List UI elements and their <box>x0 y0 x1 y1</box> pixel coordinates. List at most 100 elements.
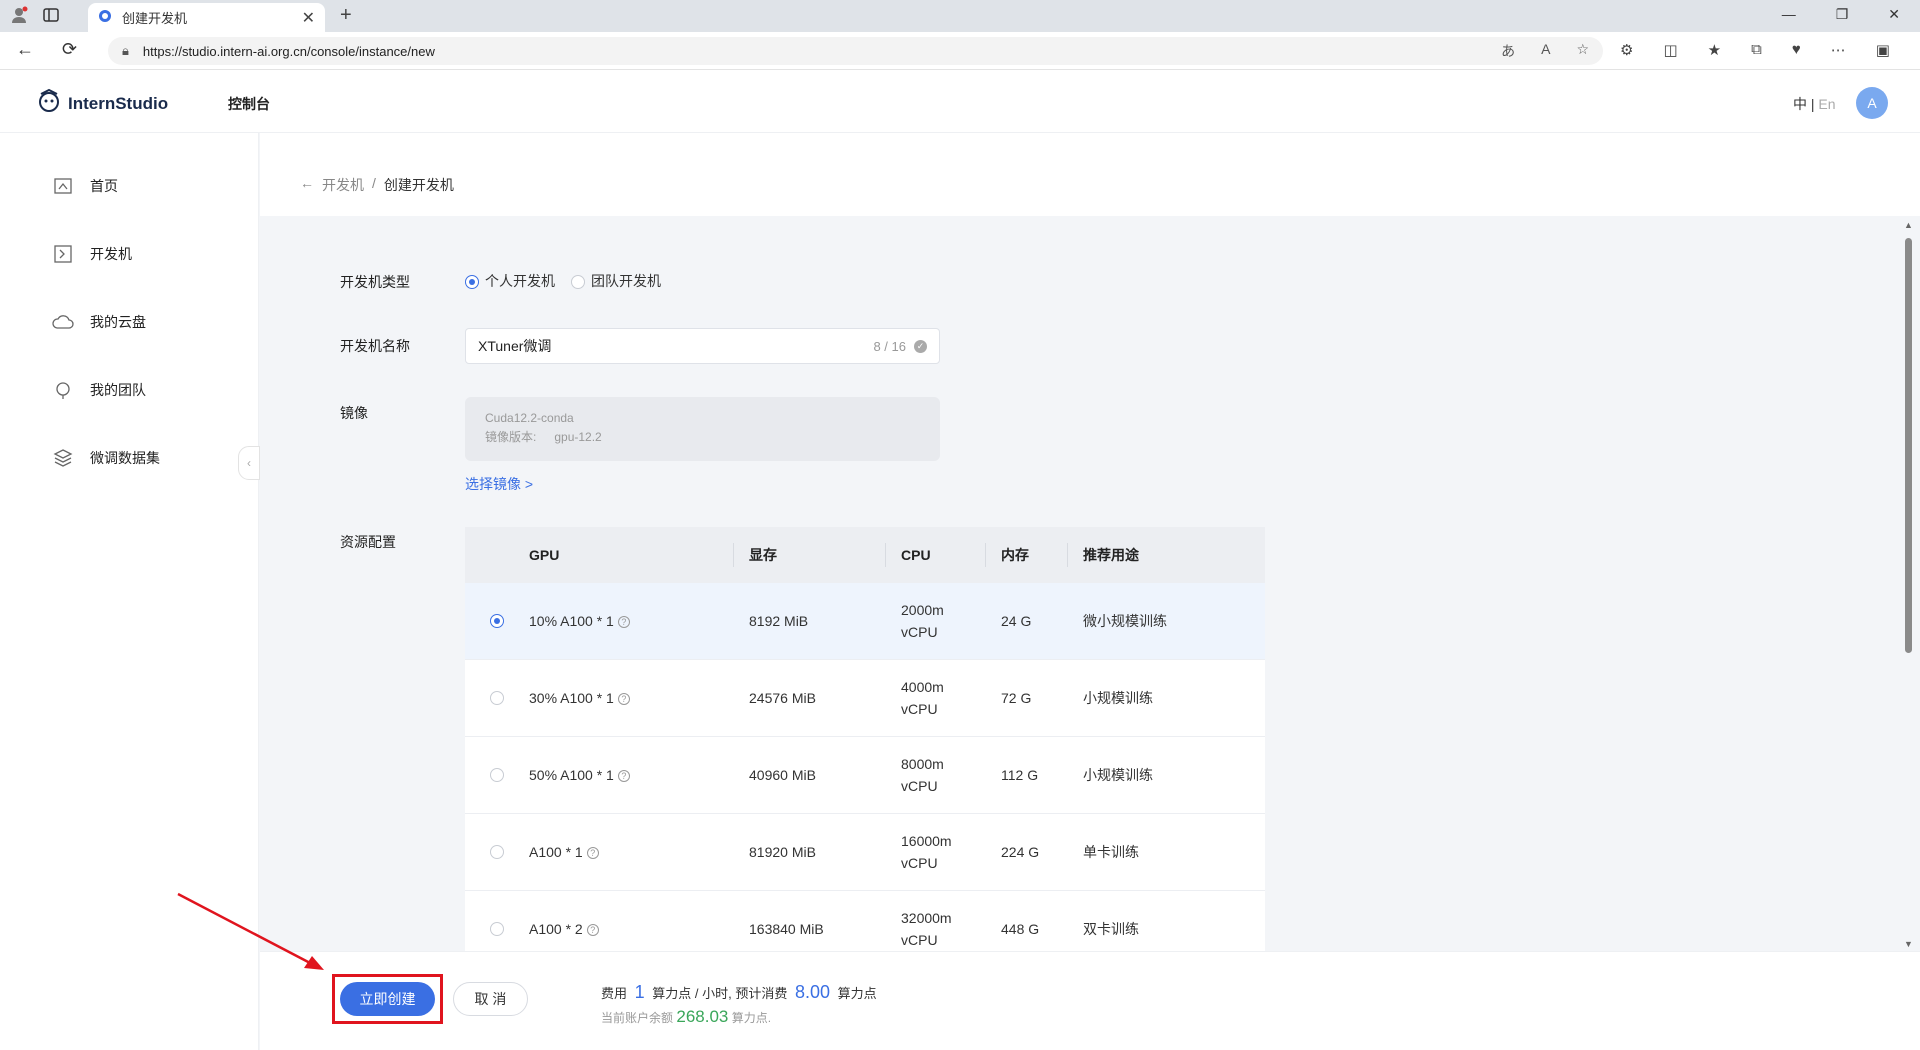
app-header: InternStudio 控制台 中 | En A <box>0 70 1920 133</box>
back-icon[interactable]: ← <box>16 39 34 60</box>
close-tab-icon[interactable]: ✕ <box>302 8 315 28</box>
table-row[interactable]: A100 * 2? 163840 MiB 32000m vCPU 448 G 双卡… <box>465 891 1265 951</box>
fee-summary: 费用 1 算力点 / 小时, 预计消费 8.00 算力点 <box>601 982 877 1003</box>
sidebar-item-label: 微调数据集 <box>90 450 160 466</box>
more-icon[interactable]: ⋯ <box>1831 41 1846 59</box>
scroll-up-icon[interactable]: ▲ <box>1904 220 1913 230</box>
table-row[interactable]: 10% A100 * 1? 8192 MiB 2000m vCPU 24 G 微小… <box>465 583 1265 660</box>
lang-zh[interactable]: 中 <box>1793 96 1807 112</box>
sidebar-collapse-button[interactable]: ‹ <box>238 446 260 480</box>
row-radio[interactable] <box>490 691 504 705</box>
sidebar-item-home[interactable]: 首页 <box>52 175 118 197</box>
image-label: 镜像 <box>340 405 368 421</box>
name-input-value: XTuner微调 <box>478 338 552 354</box>
name-label: 开发机名称 <box>340 338 410 354</box>
sidebar-item-team[interactable]: 我的团队 <box>52 379 146 401</box>
scrollbar-thumb[interactable] <box>1905 238 1912 653</box>
radio-personal[interactable]: 个人开发机 <box>465 271 555 291</box>
radio-indicator[interactable] <box>465 275 479 290</box>
favorite-star-icon[interactable]: ☆ <box>1576 41 1589 61</box>
resource-label: 资源配置 <box>340 534 396 550</box>
fee-unit: 算力点 / 小时, 预计消费 <box>652 986 788 1001</box>
back-arrow-icon[interactable]: ← <box>300 175 314 195</box>
lang-en[interactable]: En <box>1818 96 1835 112</box>
cpu-unit: vCPU <box>901 701 938 717</box>
read-aloud-icon[interactable]: A <box>1541 41 1550 61</box>
browser-system-icons <box>10 6 60 29</box>
language-switch: 中 | En <box>1793 94 1836 114</box>
table-row[interactable]: 30% A100 * 1? 24576 MiB 4000m vCPU 72 G 小… <box>465 660 1265 737</box>
radio-team[interactable]: 团队开发机 <box>571 271 661 291</box>
translate-icon[interactable]: あ <box>1501 41 1515 61</box>
table-row[interactable]: A100 * 1? 81920 MiB 16000m vCPU 224 G 单卡训… <box>465 814 1265 891</box>
mem-value: 112 G <box>1001 767 1039 783</box>
reload-icon[interactable]: ⟳ <box>62 39 77 60</box>
select-image-link[interactable]: 选择镜像 > <box>465 474 533 494</box>
lock-icon[interactable]: 🔒︎ <box>122 43 129 59</box>
avatar[interactable]: A <box>1856 87 1888 119</box>
sidebar-item-devmachine[interactable]: 开发机 <box>52 243 132 265</box>
split-screen-icon[interactable]: ◫ <box>1663 41 1677 59</box>
radio-label: 个人开发机 <box>485 273 555 289</box>
url-text: https://studio.intern-ai.org.cn/console/… <box>142 43 435 59</box>
type-label: 开发机类型 <box>340 274 410 290</box>
row-radio[interactable] <box>490 922 504 936</box>
balance-unit: 算力点. <box>731 1011 772 1025</box>
sidebar-item-cloud[interactable]: 我的云盘 <box>52 311 146 333</box>
tab-title: 创建开发机 <box>122 11 188 26</box>
browser-tab[interactable]: 创建开发机 ✕ <box>88 3 325 32</box>
app-logo[interactable]: InternStudio <box>36 88 168 119</box>
vram-value: 8192 MiB <box>749 613 809 629</box>
use-value: 小规模训练 <box>1083 690 1153 706</box>
cpu-value: 8000m <box>901 756 944 772</box>
extensions-icon[interactable]: ⚙ <box>1620 41 1633 59</box>
row-radio[interactable] <box>490 845 504 859</box>
close-window-icon[interactable]: ✕ <box>1888 6 1900 23</box>
home-icon <box>52 175 74 197</box>
minimize-icon[interactable]: — <box>1782 6 1796 23</box>
performance-icon[interactable]: ♥ <box>1792 41 1801 59</box>
row-radio[interactable] <box>490 768 504 782</box>
url-field[interactable]: 🔒︎ https://studio.intern-ai.org.cn/conso… <box>108 37 1603 65</box>
help-icon[interactable]: ? <box>586 924 599 937</box>
column-divider <box>1067 543 1068 567</box>
create-button[interactable]: 立即创建 <box>340 982 435 1016</box>
sidebar-item-dataset[interactable]: 微调数据集 <box>52 447 160 469</box>
table-row[interactable]: 50% A100 * 1? 40960 MiB 8000m vCPU 112 G … <box>465 737 1265 814</box>
site-favicon-icon <box>98 9 112 26</box>
gpu-value: 10% A100 * 1 <box>529 613 614 629</box>
scroll-down-icon[interactable]: ▼ <box>1904 939 1913 949</box>
restore-icon[interactable]: ❐ <box>1836 6 1849 23</box>
radio-indicator[interactable] <box>571 275 585 290</box>
collections-icon[interactable]: ⧉ <box>1751 41 1762 59</box>
content-scrollbar[interactable]: ▲ ▼ <box>1903 216 1915 951</box>
console-nav[interactable]: 控制台 <box>228 94 270 114</box>
balance-label: 当前账户余额 <box>601 1011 674 1025</box>
gpu-value: A100 * 1 <box>529 844 583 860</box>
team-icon <box>52 379 74 401</box>
sidebar-toggle-icon[interactable]: ▣ <box>1876 41 1890 59</box>
help-icon[interactable]: ? <box>617 616 630 629</box>
help-icon[interactable]: ? <box>617 770 630 783</box>
sidebar-item-label: 开发机 <box>90 246 132 262</box>
name-input[interactable]: XTuner微调 8 / 16 ✓ <box>465 328 940 364</box>
breadcrumb-parent[interactable]: 开发机 <box>322 175 364 195</box>
row-radio[interactable] <box>490 614 504 628</box>
terminal-icon <box>52 243 74 265</box>
browser-address-bar: ← ⟳ 🔒︎ https://studio.intern-ai.org.cn/c… <box>0 32 1920 70</box>
favorites-icon[interactable]: ★ <box>1708 41 1721 59</box>
vram-value: 81920 MiB <box>749 844 816 860</box>
help-icon[interactable]: ? <box>586 847 599 860</box>
cloud-icon <box>52 311 74 333</box>
vram-value: 163840 MiB <box>749 921 824 937</box>
new-tab-icon[interactable]: + <box>340 4 352 27</box>
mem-value: 224 G <box>1001 844 1040 860</box>
tab-actions-icon[interactable] <box>42 6 60 29</box>
cpu-value: 16000m <box>901 833 952 849</box>
mem-value: 24 G <box>1001 613 1032 629</box>
profile-icon[interactable] <box>10 6 28 29</box>
cancel-button[interactable]: 取 消 <box>453 982 528 1016</box>
create-form: 开发机类型 个人开发机 团队开发机 开发机名称 XTuner微调 8 / 16 … <box>260 216 1900 951</box>
help-icon[interactable]: ? <box>617 693 630 706</box>
radio-label: 团队开发机 <box>591 273 661 289</box>
